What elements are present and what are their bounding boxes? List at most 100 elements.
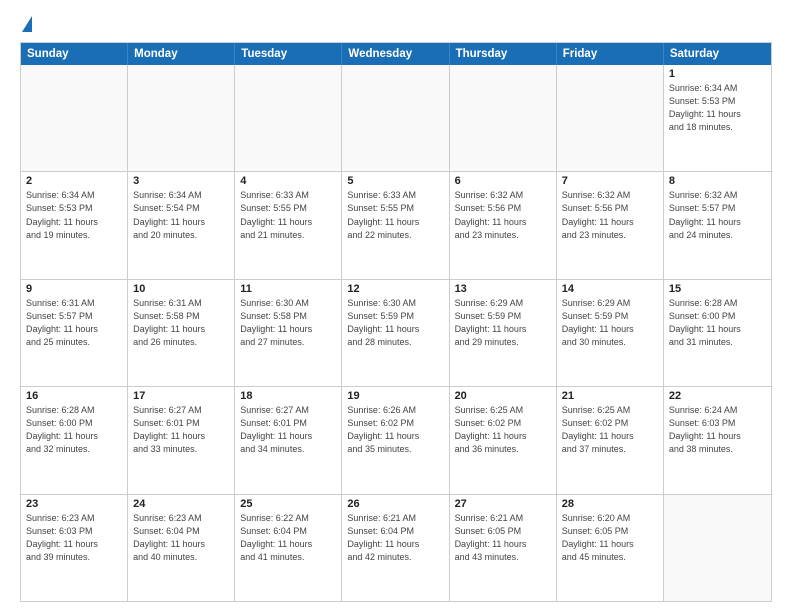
- logo-triangle-icon: [22, 16, 32, 32]
- calendar-row-2: 9 Sunrise: 6:31 AM Sunset: 5:57 PM Daylig…: [21, 280, 771, 387]
- day-number: 15: [669, 283, 766, 295]
- calendar-cell: 16 Sunrise: 6:28 AM Sunset: 6:00 PM Dayli…: [21, 387, 128, 493]
- header-day-thursday: Thursday: [450, 43, 557, 65]
- calendar-body: 1 Sunrise: 6:34 AM Sunset: 5:53 PM Daylig…: [21, 65, 771, 601]
- day-number: 20: [455, 390, 551, 402]
- day-info: Sunrise: 6:33 AM Sunset: 5:55 PM Dayligh…: [240, 189, 336, 241]
- day-number: 27: [455, 498, 551, 510]
- calendar-cell: [342, 65, 449, 171]
- day-info: Sunrise: 6:22 AM Sunset: 6:04 PM Dayligh…: [240, 512, 336, 564]
- day-number: 9: [26, 283, 122, 295]
- day-info: Sunrise: 6:34 AM Sunset: 5:54 PM Dayligh…: [133, 189, 229, 241]
- day-number: 17: [133, 390, 229, 402]
- day-info: Sunrise: 6:23 AM Sunset: 6:04 PM Dayligh…: [133, 512, 229, 564]
- calendar-cell: 1 Sunrise: 6:34 AM Sunset: 5:53 PM Daylig…: [664, 65, 771, 171]
- calendar-cell: 15 Sunrise: 6:28 AM Sunset: 6:00 PM Dayli…: [664, 280, 771, 386]
- calendar-row-3: 16 Sunrise: 6:28 AM Sunset: 6:00 PM Dayli…: [21, 387, 771, 494]
- day-number: 19: [347, 390, 443, 402]
- day-number: 2: [26, 175, 122, 187]
- day-info: Sunrise: 6:34 AM Sunset: 5:53 PM Dayligh…: [26, 189, 122, 241]
- day-number: 18: [240, 390, 336, 402]
- day-info: Sunrise: 6:21 AM Sunset: 6:04 PM Dayligh…: [347, 512, 443, 564]
- page: SundayMondayTuesdayWednesdayThursdayFrid…: [0, 0, 792, 612]
- day-number: 6: [455, 175, 551, 187]
- calendar-cell: 13 Sunrise: 6:29 AM Sunset: 5:59 PM Dayli…: [450, 280, 557, 386]
- day-info: Sunrise: 6:27 AM Sunset: 6:01 PM Dayligh…: [133, 404, 229, 456]
- calendar-cell: [21, 65, 128, 171]
- day-number: 21: [562, 390, 658, 402]
- day-number: 23: [26, 498, 122, 510]
- calendar-cell: 28Sunrise: 6:20 AM Sunset: 6:05 PM Dayli…: [557, 495, 664, 601]
- day-info: Sunrise: 6:28 AM Sunset: 6:00 PM Dayligh…: [26, 404, 122, 456]
- day-number: 1: [669, 68, 766, 80]
- day-number: 4: [240, 175, 336, 187]
- day-number: 24: [133, 498, 229, 510]
- day-info: Sunrise: 6:32 AM Sunset: 5:57 PM Dayligh…: [669, 189, 766, 241]
- logo-text: [20, 16, 32, 34]
- day-info: Sunrise: 6:27 AM Sunset: 6:01 PM Dayligh…: [240, 404, 336, 456]
- calendar-cell: 24 Sunrise: 6:23 AM Sunset: 6:04 PM Dayli…: [128, 495, 235, 601]
- calendar-cell: 4 Sunrise: 6:33 AM Sunset: 5:55 PM Daylig…: [235, 172, 342, 278]
- day-info: Sunrise: 6:20 AM Sunset: 6:05 PM Dayligh…: [562, 512, 658, 564]
- day-number: 14: [562, 283, 658, 295]
- calendar-cell: [450, 65, 557, 171]
- calendar-cell: 3Sunrise: 6:34 AM Sunset: 5:54 PM Daylig…: [128, 172, 235, 278]
- calendar-cell: 9 Sunrise: 6:31 AM Sunset: 5:57 PM Daylig…: [21, 280, 128, 386]
- day-info: Sunrise: 6:26 AM Sunset: 6:02 PM Dayligh…: [347, 404, 443, 456]
- calendar-cell: 5 Sunrise: 6:33 AM Sunset: 5:55 PM Daylig…: [342, 172, 449, 278]
- calendar-cell: 21 Sunrise: 6:25 AM Sunset: 6:02 PM Dayli…: [557, 387, 664, 493]
- header-day-friday: Friday: [557, 43, 664, 65]
- calendar-cell: 27 Sunrise: 6:21 AM Sunset: 6:05 PM Dayli…: [450, 495, 557, 601]
- calendar-cell: [235, 65, 342, 171]
- calendar-cell: [128, 65, 235, 171]
- calendar-cell: 25 Sunrise: 6:22 AM Sunset: 6:04 PM Dayli…: [235, 495, 342, 601]
- header-day-saturday: Saturday: [664, 43, 771, 65]
- day-number: 11: [240, 283, 336, 295]
- day-number: 7: [562, 175, 658, 187]
- day-number: 5: [347, 175, 443, 187]
- day-number: 22: [669, 390, 766, 402]
- day-info: Sunrise: 6:29 AM Sunset: 5:59 PM Dayligh…: [562, 297, 658, 349]
- calendar-cell: 22 Sunrise: 6:24 AM Sunset: 6:03 PM Dayli…: [664, 387, 771, 493]
- day-number: 8: [669, 175, 766, 187]
- day-info: Sunrise: 6:24 AM Sunset: 6:03 PM Dayligh…: [669, 404, 766, 456]
- calendar-row-0: 1 Sunrise: 6:34 AM Sunset: 5:53 PM Daylig…: [21, 65, 771, 172]
- day-info: Sunrise: 6:28 AM Sunset: 6:00 PM Dayligh…: [669, 297, 766, 349]
- calendar-cell: 14 Sunrise: 6:29 AM Sunset: 5:59 PM Dayli…: [557, 280, 664, 386]
- header-day-wednesday: Wednesday: [342, 43, 449, 65]
- day-number: 25: [240, 498, 336, 510]
- calendar-cell: 11 Sunrise: 6:30 AM Sunset: 5:58 PM Dayli…: [235, 280, 342, 386]
- day-info: Sunrise: 6:25 AM Sunset: 6:02 PM Dayligh…: [455, 404, 551, 456]
- day-info: Sunrise: 6:33 AM Sunset: 5:55 PM Dayligh…: [347, 189, 443, 241]
- day-info: Sunrise: 6:25 AM Sunset: 6:02 PM Dayligh…: [562, 404, 658, 456]
- calendar-cell: 17 Sunrise: 6:27 AM Sunset: 6:01 PM Dayli…: [128, 387, 235, 493]
- calendar-row-4: 23Sunrise: 6:23 AM Sunset: 6:03 PM Dayli…: [21, 495, 771, 601]
- calendar-cell: 26 Sunrise: 6:21 AM Sunset: 6:04 PM Dayli…: [342, 495, 449, 601]
- day-number: 16: [26, 390, 122, 402]
- day-info: Sunrise: 6:31 AM Sunset: 5:57 PM Dayligh…: [26, 297, 122, 349]
- day-number: 12: [347, 283, 443, 295]
- day-number: 10: [133, 283, 229, 295]
- calendar-cell: 18 Sunrise: 6:27 AM Sunset: 6:01 PM Dayli…: [235, 387, 342, 493]
- header: [20, 16, 772, 34]
- calendar-cell: 23Sunrise: 6:23 AM Sunset: 6:03 PM Dayli…: [21, 495, 128, 601]
- calendar-cell: [557, 65, 664, 171]
- calendar-row-1: 2 Sunrise: 6:34 AM Sunset: 5:53 PM Daylig…: [21, 172, 771, 279]
- calendar-cell: 7Sunrise: 6:32 AM Sunset: 5:56 PM Daylig…: [557, 172, 664, 278]
- day-info: Sunrise: 6:29 AM Sunset: 5:59 PM Dayligh…: [455, 297, 551, 349]
- day-info: Sunrise: 6:30 AM Sunset: 5:59 PM Dayligh…: [347, 297, 443, 349]
- calendar-cell: 2 Sunrise: 6:34 AM Sunset: 5:53 PM Daylig…: [21, 172, 128, 278]
- header-day-sunday: Sunday: [21, 43, 128, 65]
- day-info: Sunrise: 6:32 AM Sunset: 5:56 PM Dayligh…: [455, 189, 551, 241]
- calendar-cell: 20 Sunrise: 6:25 AM Sunset: 6:02 PM Dayli…: [450, 387, 557, 493]
- day-info: Sunrise: 6:30 AM Sunset: 5:58 PM Dayligh…: [240, 297, 336, 349]
- header-day-tuesday: Tuesday: [235, 43, 342, 65]
- header-day-monday: Monday: [128, 43, 235, 65]
- calendar: SundayMondayTuesdayWednesdayThursdayFrid…: [20, 42, 772, 602]
- day-number: 13: [455, 283, 551, 295]
- calendar-cell: 10Sunrise: 6:31 AM Sunset: 5:58 PM Dayli…: [128, 280, 235, 386]
- day-info: Sunrise: 6:34 AM Sunset: 5:53 PM Dayligh…: [669, 82, 766, 134]
- day-info: Sunrise: 6:21 AM Sunset: 6:05 PM Dayligh…: [455, 512, 551, 564]
- day-number: 26: [347, 498, 443, 510]
- calendar-cell: 8 Sunrise: 6:32 AM Sunset: 5:57 PM Daylig…: [664, 172, 771, 278]
